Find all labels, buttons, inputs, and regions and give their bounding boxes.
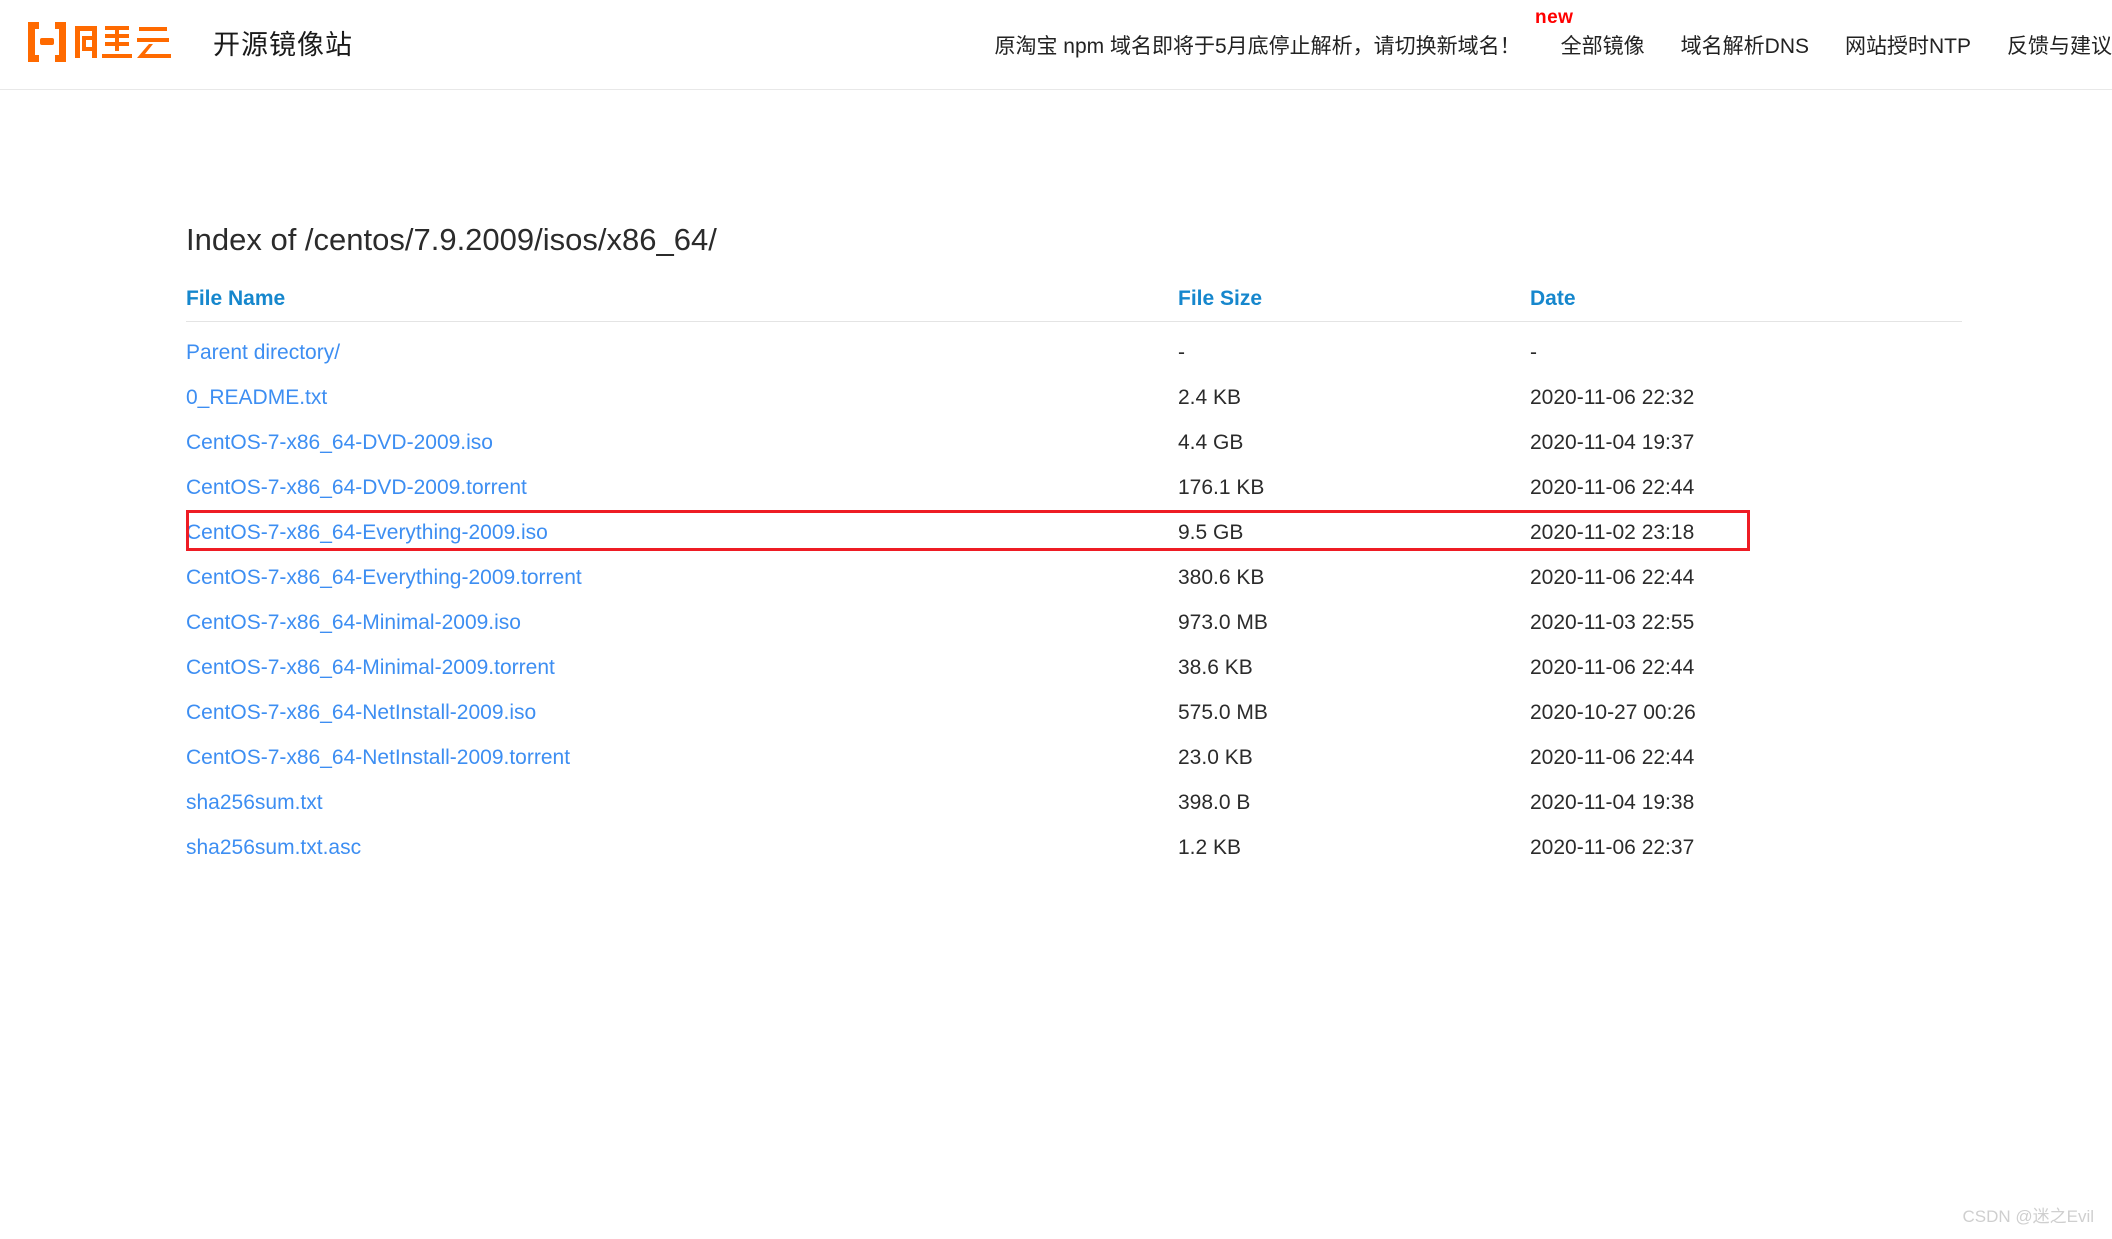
table-row: CentOS-7-x86_64-Everything-2009.iso 9.5 G…	[186, 512, 1962, 557]
file-name-link[interactable]: CentOS-7-x86_64-NetInstall-2009.iso	[186, 701, 536, 725]
table-row: CentOS-7-x86_64-Minimal-2009.iso 973.0 MB…	[186, 602, 1962, 647]
file-size-cell: -	[1178, 341, 1185, 364]
file-size-cell: 176.1 KB	[1178, 476, 1265, 499]
file-size-cell: 575.0 MB	[1178, 701, 1268, 724]
file-size-cell: 973.0 MB	[1178, 611, 1268, 634]
column-header-date[interactable]: Date	[1530, 287, 1576, 311]
npm-domain-notice[interactable]: 原淘宝 npm 域名即将于5月底停止解析，请切换新域名！	[994, 30, 1520, 60]
file-size-cell: 1.2 KB	[1178, 836, 1242, 859]
site-name: 开源镜像站	[213, 29, 353, 60]
nav-item-dns[interactable]: 域名解析DNS	[1681, 30, 1809, 60]
file-name-link[interactable]: CentOS-7-x86_64-Minimal-2009.torrent	[186, 656, 555, 680]
header-nav: 原淘宝 npm 域名即将于5月底停止解析，请切换新域名！ 全部镜像 域名解析DN…	[994, 0, 2112, 90]
file-name-link[interactable]: CentOS-7-x86_64-DVD-2009.iso	[186, 431, 493, 455]
table-row: sha256sum.txt.asc 1.2 KB 2020-11-06 22:37	[186, 827, 1962, 872]
file-date-cell: 2020-10-27 00:26	[1530, 701, 1696, 724]
csdn-watermark: CSDN @迷之Evil	[1962, 1207, 2094, 1226]
page-title: Index of /centos/7.9.2009/isos/x86_64/	[186, 222, 717, 257]
table-row: CentOS-7-x86_64-Everything-2009.torrent 3…	[186, 557, 1962, 602]
file-size-cell: 4.4 GB	[1178, 431, 1244, 454]
file-size-cell: 398.0 B	[1178, 791, 1251, 814]
file-date-cell: 2020-11-06 22:44	[1530, 476, 1695, 499]
brand[interactable]: 开源镜像站	[25, 16, 353, 68]
nav-item-ntp[interactable]: 网站授时NTP	[1845, 30, 1971, 60]
table-body: Parent directory/ - - 0_README.txt 2.4 KB 202…	[186, 332, 1962, 872]
file-name-link[interactable]: CentOS-7-x86_64-DVD-2009.torrent	[186, 476, 527, 500]
file-size-cell: 38.6 KB	[1178, 656, 1253, 679]
column-header-file-name[interactable]: File Name	[186, 287, 285, 311]
file-size-cell: 23.0 KB	[1178, 746, 1253, 769]
table-row: 0_README.txt 2.4 KB 2020-11-06 22:32	[186, 377, 1962, 422]
nav-item-feedback[interactable]: 反馈与建议	[2007, 30, 2112, 60]
file-date-cell: 2020-11-04 19:38	[1530, 791, 1695, 814]
file-name-link[interactable]: Parent directory/	[186, 341, 340, 365]
file-date-cell: 2020-11-06 22:37	[1530, 836, 1695, 859]
file-name-link[interactable]: CentOS-7-x86_64-Everything-2009.torrent	[186, 566, 582, 590]
table-row: CentOS-7-x86_64-DVD-2009.torrent 176.1 KB…	[186, 467, 1962, 512]
file-date-cell: 2020-11-06 22:32	[1530, 386, 1695, 409]
table-row: CentOS-7-x86_64-NetInstall-2009.iso 575.0…	[186, 692, 1962, 737]
file-size-cell: 2.4 KB	[1178, 386, 1242, 409]
file-name-link[interactable]: 0_README.txt	[186, 386, 327, 410]
table-row: Parent directory/ - -	[186, 332, 1962, 377]
aliyun-logo-icon	[25, 19, 175, 65]
file-date-cell: 2020-11-04 19:37	[1530, 431, 1695, 454]
file-date-cell: 2020-11-06 22:44	[1530, 746, 1695, 769]
file-date-cell: 2020-11-06 22:44	[1530, 566, 1695, 589]
file-size-cell: 380.6 KB	[1178, 566, 1265, 589]
table-header-divider	[186, 321, 1962, 322]
table-row: CentOS-7-x86_64-NetInstall-2009.torrent 2…	[186, 737, 1962, 782]
table-row: sha256sum.txt 398.0 B 2020-11-04 19:38	[186, 782, 1962, 827]
file-name-link[interactable]: CentOS-7-x86_64-NetInstall-2009.torrent	[186, 746, 570, 770]
file-size-cell: 9.5 GB	[1178, 521, 1244, 544]
file-name-link[interactable]: sha256sum.txt.asc	[186, 836, 361, 860]
table-row: CentOS-7-x86_64-Minimal-2009.torrent 38.6…	[186, 647, 1962, 692]
file-name-link[interactable]: CentOS-7-x86_64-Minimal-2009.iso	[186, 611, 521, 635]
file-date-cell: 2020-11-06 22:44	[1530, 656, 1695, 679]
file-date-cell: 2020-11-02 23:18	[1530, 521, 1695, 544]
file-date-cell: 2020-11-03 22:55	[1530, 611, 1695, 634]
nav-item-all-mirrors[interactable]: 全部镜像	[1561, 30, 1645, 60]
file-listing-table: File Name File Size Date Parent director…	[186, 287, 1962, 859]
site-header: 开源镜像站 new 原淘宝 npm 域名即将于5月底停止解析，请切换新域名！ 全…	[0, 0, 2112, 90]
file-date-cell: -	[1530, 341, 1537, 364]
table-header-row: File Name File Size Date	[186, 287, 1962, 322]
table-row: CentOS-7-x86_64-DVD-2009.iso 4.4 GB 2020-1…	[186, 422, 1962, 467]
file-name-link[interactable]: CentOS-7-x86_64-Everything-2009.iso	[186, 521, 548, 545]
file-name-link[interactable]: sha256sum.txt	[186, 791, 323, 815]
column-header-file-size[interactable]: File Size	[1178, 287, 1262, 311]
